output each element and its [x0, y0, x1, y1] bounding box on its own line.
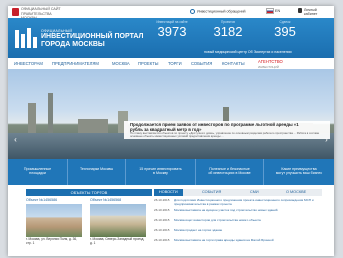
gov-line-1: ОФИЦИАЛЬНЫЙ САЙТ [21, 7, 61, 11]
tile-line: об инвестициях в Москве [208, 171, 251, 176]
banner-next-icon[interactable]: › [322, 135, 331, 144]
banner-description: По плану выставляется объектов по проект… [130, 131, 320, 138]
tile-line: Технопарки Москвы [79, 167, 114, 171]
hero-banner[interactable]: Продолжается прием заявок от инвесторов … [8, 69, 334, 159]
tile-line: площадки [29, 171, 46, 176]
news-link[interactable]: Москва ищет инвесторов для строительства… [174, 218, 324, 223]
phone-icon [190, 9, 195, 14]
news-link[interactable]: Москва выставила на торги права аренды з… [174, 238, 324, 243]
news-link[interactable]: Москва продает на торгах здание [174, 228, 324, 233]
stat-deals[interactable]: Сделок 395 [263, 20, 307, 39]
tender-object-card[interactable]: Объект №1456568 г. Москва, Северо-Западн… [90, 198, 146, 245]
tile-line: в Москву [153, 171, 168, 176]
nav-investors[interactable]: ИНВЕСТОРАМ [14, 61, 43, 66]
nav-moscow[interactable]: МОСКВА [112, 61, 130, 66]
news-date: 26.10.2015 [154, 238, 170, 242]
cabinet-line-2: кабинет [304, 12, 318, 17]
banner-building [28, 103, 36, 133]
tile-advantages[interactable]: Какие преимущества могут улучшить ваш биз… [264, 159, 334, 185]
site-header: ОФИЦИАЛЬНЫЙ ИНВЕСТИЦИОННЫЙ ПОРТАЛ ГОРОДА… [8, 18, 334, 58]
portal-logo-text[interactable]: ОФИЦИАЛЬНЫЙ ИНВЕСТИЦИОННЫЙ ПОРТАЛ ГОРОДА… [41, 29, 143, 49]
portal-title-line-1: ИНВЕСТИЦИОННЫЙ ПОРТАЛ [41, 33, 144, 40]
news-date: 26.10.2015 [154, 198, 170, 202]
nav-tenders[interactable]: ТОРГИ [168, 61, 182, 66]
tender-object-card[interactable]: Объект №1456586 г. Москва, ул. Верхняя П… [26, 198, 82, 245]
news-tabs: НОВОСТИ СОБЫТИЯ СМИ О МОСКВЕ [154, 189, 322, 196]
hotline-label: Инвестиционный обращений [197, 9, 246, 14]
banner-prev-icon[interactable]: ‹ [11, 135, 20, 144]
stat-value: 3973 [157, 24, 187, 39]
nav-entrepreneurs[interactable]: ПРЕДПРИНИМАТЕЛЯМ [52, 61, 99, 66]
tab-events[interactable]: СОБЫТИЯ [202, 189, 221, 196]
tab-media[interactable]: СМИ [250, 189, 259, 196]
object-name[interactable]: Объект №1456568 [90, 198, 146, 203]
tile-reasons-to-invest[interactable]: 15 причин инвестировать в Москву [126, 159, 196, 185]
tile-technoparks[interactable]: Технопарки Москвы [68, 159, 126, 185]
tab-about-moscow[interactable]: О МОСКВЕ [286, 189, 306, 196]
lock-icon [298, 8, 302, 13]
nav-contacts[interactable]: КОНТАКТЫ [222, 61, 245, 66]
object-photo[interactable] [26, 203, 82, 237]
portal-title-line-2: ГОРОДА МОСКВЫ [41, 41, 105, 48]
object-address: г. Москва, Северо-Западный проезд, д. 1 [90, 236, 145, 245]
stat-investments[interactable]: Инвестиций на сайте 3973 [150, 20, 194, 39]
language-label: EN [275, 9, 281, 13]
browser-window: ОФИЦИАЛЬНЫЙ САЙТ ПРАВИТЕЛЬСТВА МОСКВЫ Ин… [8, 6, 334, 256]
banner-building [48, 93, 53, 133]
tile-useful-info[interactable]: Полезные и безопасные об инвестициях в Мо… [196, 159, 264, 185]
object-address: г. Москва, ул. Верхняя Поля, д. 36, стр.… [26, 236, 78, 245]
flag-icon [266, 8, 274, 14]
news-date: 26.10.2015 [154, 208, 170, 212]
nav-events[interactable]: СОБЫТИЯ [191, 61, 212, 66]
tender-objects-header[interactable]: ОБЪЕКТЫ ТОРГОВ [26, 189, 152, 196]
news-link[interactable]: Для подготовки Инвестиционного предложен… [174, 198, 324, 206]
nav-agency[interactable]: АГЕНТСТВО [258, 59, 283, 64]
news-date: 26.10.2015 [154, 218, 170, 222]
news-date: 26.10.2015 [154, 228, 170, 232]
moscow-crest-icon[interactable] [12, 8, 19, 16]
news-link[interactable]: Москва выставила на аукцион участок под … [174, 208, 324, 213]
nav-projects[interactable]: ПРОЕКТЫ [138, 61, 158, 66]
header-sub-links[interactable]: новый медицинский центр Об Экспертах и н… [204, 50, 292, 54]
personal-cabinet-link[interactable]: Личный кабинет [298, 8, 317, 16]
quick-links-tiles: Промышленные площадки Технопарки Москвы 1… [8, 159, 334, 185]
banner-building [78, 119, 108, 133]
object-name[interactable]: Объект №1456586 [26, 198, 82, 203]
banner-caption[interactable]: Продолжается прием заявок от инвесторов … [124, 121, 330, 139]
tile-industrial-sites[interactable]: Промышленные площадки [8, 159, 68, 185]
language-switch[interactable]: EN [266, 8, 280, 14]
stat-value: 395 [274, 24, 296, 39]
portal-logo-icon[interactable] [15, 28, 37, 50]
tile-line: могут улучшить ваш бизнес [275, 171, 323, 176]
stat-projects[interactable]: Проектов 3182 [206, 20, 250, 39]
object-photo[interactable] [90, 203, 146, 237]
tab-news[interactable]: НОВОСТИ [154, 189, 183, 196]
stat-value: 3182 [213, 24, 243, 39]
hotline-link[interactable]: Инвестиционный обращений [190, 9, 245, 14]
